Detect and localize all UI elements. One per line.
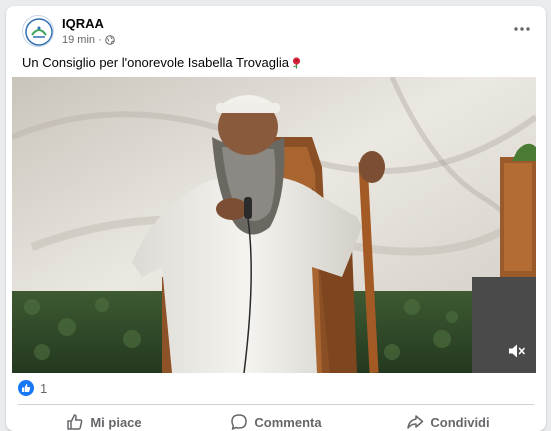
mute-button[interactable]	[506, 341, 526, 361]
comment-label: Commenta	[254, 414, 322, 430]
reactions-summary[interactable]: 1	[18, 380, 47, 396]
post-header: IQRAA 19 min ·	[22, 15, 534, 55]
post-card: IQRAA 19 min · Un Consiglio per l'onorev…	[6, 6, 546, 431]
iqraa-logo-icon	[25, 18, 53, 46]
meta-separator: ·	[98, 34, 102, 46]
rose-icon	[290, 56, 303, 69]
like-label: Mi piace	[90, 414, 142, 430]
comment-icon	[231, 414, 248, 430]
post-time[interactable]: 19 min	[62, 34, 95, 46]
page-avatar[interactable]	[22, 15, 54, 47]
more-options-button[interactable]	[510, 19, 534, 39]
post-actions: Mi piace Commenta Condividi	[18, 408, 534, 431]
share-button[interactable]: Condividi	[362, 408, 534, 431]
globe-icon	[104, 35, 115, 45]
more-options-icon	[514, 27, 530, 31]
like-icon	[18, 380, 34, 396]
video-frame	[12, 77, 536, 373]
share-icon	[407, 415, 424, 429]
thumbs-up-icon	[67, 414, 83, 430]
comment-button[interactable]: Commenta	[190, 408, 362, 431]
post-meta: 19 min ·	[62, 34, 115, 46]
speaker-muted-icon	[509, 344, 525, 358]
like-button[interactable]: Mi piace	[18, 408, 190, 431]
share-label: Condividi	[430, 414, 490, 430]
reaction-count: 1	[40, 380, 48, 396]
video-player[interactable]	[12, 77, 536, 373]
page-name[interactable]: IQRAA	[62, 16, 104, 31]
post-caption-text: Un Consiglio per l'onorevole Isabella Tr…	[22, 55, 289, 70]
post-caption: Un Consiglio per l'onorevole Isabella Tr…	[22, 55, 303, 70]
actions-divider	[18, 404, 534, 405]
